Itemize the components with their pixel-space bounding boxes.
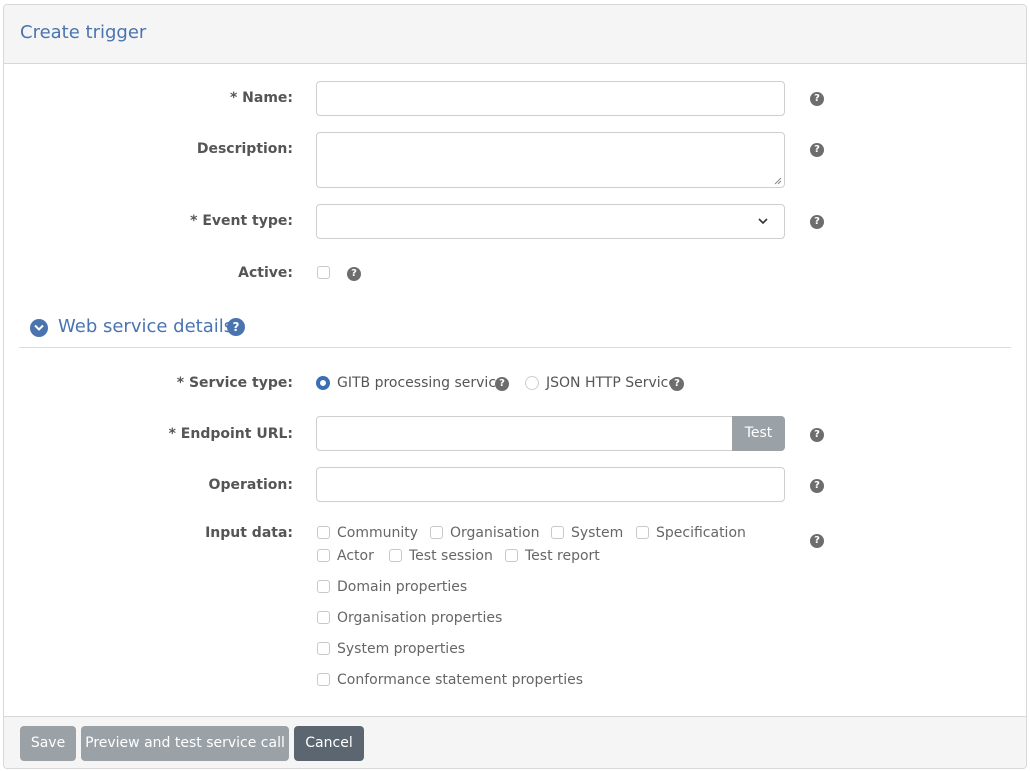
resize-handle-icon[interactable] (774, 177, 782, 185)
input-test-session-label[interactable]: Test session (409, 548, 493, 564)
chevron-down-icon (758, 218, 768, 225)
name-label: * Name: (229, 90, 293, 106)
save-button[interactable]: Save (20, 726, 76, 761)
cancel-button[interactable]: Cancel (294, 726, 364, 761)
name-help-icon[interactable]: ? (810, 92, 824, 106)
web-service-section-title[interactable]: Web service details (58, 316, 233, 337)
radio-json-label[interactable]: JSON HTTP Service (546, 375, 677, 391)
preview-and-test-button[interactable]: Preview and test service call (81, 726, 289, 761)
endpoint-url-input[interactable] (316, 416, 733, 451)
input-domain-properties-checkbox[interactable] (317, 580, 330, 593)
chevron-down-icon (34, 324, 44, 331)
endpoint-url-label: * Endpoint URL: (168, 426, 293, 442)
input-actor-label[interactable]: Actor (337, 548, 374, 564)
endpoint-help-icon[interactable]: ? (810, 428, 824, 442)
input-community-label[interactable]: Community (337, 525, 418, 541)
description-textarea[interactable] (316, 132, 785, 188)
web-service-help-icon[interactable]: ? (227, 318, 245, 336)
panel-footer: Save Preview and test service call Cance… (4, 716, 1026, 768)
page-title: Create trigger (20, 22, 147, 43)
active-label: Active: (238, 265, 293, 281)
input-domain-properties-label[interactable]: Domain properties (337, 579, 467, 595)
input-conformance-statement-properties-checkbox[interactable] (317, 673, 330, 686)
active-help-icon[interactable]: ? (347, 267, 361, 281)
input-community-checkbox[interactable] (317, 526, 330, 539)
input-specification-label[interactable]: Specification (656, 525, 746, 541)
input-system-properties-label[interactable]: System properties (337, 641, 465, 657)
input-test-report-label[interactable]: Test report (525, 548, 600, 564)
operation-input[interactable] (316, 467, 785, 502)
input-actor-checkbox[interactable] (317, 549, 330, 562)
input-data-help-icon[interactable]: ? (810, 534, 824, 548)
gitb-help-icon[interactable]: ? (495, 377, 509, 391)
event-type-help-icon[interactable]: ? (810, 215, 824, 229)
input-organisation-checkbox[interactable] (430, 526, 443, 539)
event-type-label: * Event type: (190, 213, 293, 229)
description-help-icon[interactable]: ? (810, 143, 824, 157)
input-system-label[interactable]: System (571, 525, 623, 541)
collapse-toggle-icon[interactable] (30, 319, 48, 337)
input-organisation-properties-checkbox[interactable] (317, 611, 330, 624)
name-input[interactable] (316, 81, 785, 116)
radio-gitb-processing-service[interactable] (316, 376, 330, 390)
create-trigger-panel: Create trigger * Name: ? Description: ? … (3, 4, 1027, 769)
input-test-session-checkbox[interactable] (389, 549, 402, 562)
input-test-report-checkbox[interactable] (505, 549, 518, 562)
operation-help-icon[interactable]: ? (810, 479, 824, 493)
section-divider (19, 347, 1011, 348)
radio-gitb-label[interactable]: GITB processing service (337, 375, 505, 391)
test-endpoint-button[interactable]: Test (732, 416, 785, 451)
description-label: Description: (196, 141, 293, 157)
active-checkbox[interactable] (317, 266, 330, 279)
panel-header: Create trigger (4, 5, 1026, 64)
service-type-label: * Service type: (176, 375, 293, 391)
input-system-checkbox[interactable] (551, 526, 564, 539)
input-organisation-properties-label[interactable]: Organisation properties (337, 610, 502, 626)
operation-label: Operation: (208, 477, 293, 493)
json-help-icon[interactable]: ? (670, 377, 684, 391)
input-organisation-label[interactable]: Organisation (450, 525, 539, 541)
input-conformance-statement-properties-label[interactable]: Conformance statement properties (337, 672, 583, 688)
radio-json-http-service[interactable] (525, 376, 539, 390)
event-type-select[interactable] (316, 204, 785, 239)
input-data-label: Input data: (205, 525, 293, 541)
input-specification-checkbox[interactable] (636, 526, 649, 539)
input-system-properties-checkbox[interactable] (317, 642, 330, 655)
